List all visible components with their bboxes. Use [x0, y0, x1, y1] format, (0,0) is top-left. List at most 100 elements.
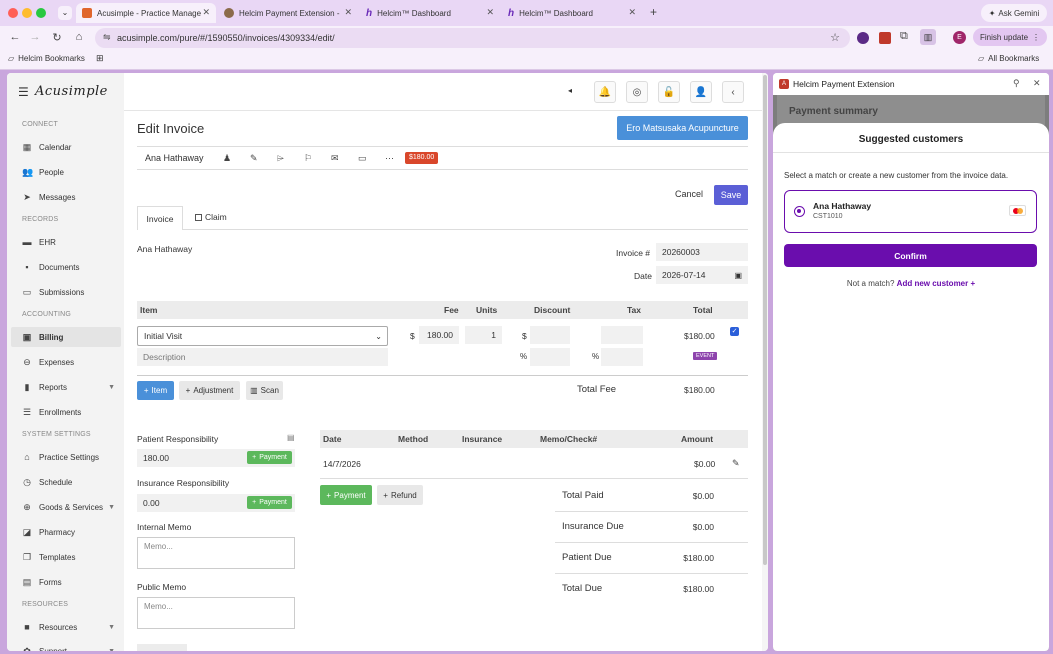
envelope-icon[interactable]: ✉ — [331, 153, 339, 164]
site-settings-icon[interactable]: ⇋ — [103, 32, 111, 43]
patient-payment-button[interactable]: + Payment — [247, 451, 292, 464]
sidebar-item-billing[interactable]: ▣ Billing — [11, 327, 121, 347]
fee-input[interactable]: 180.00 — [419, 326, 459, 344]
caret-down-icon[interactable]: ▼ — [108, 624, 115, 631]
close-tab-icon[interactable]: ✕ — [202, 7, 210, 18]
unlock-icon[interactable]: 🔓 — [658, 81, 680, 103]
practitioner-button[interactable]: Ero Matsusaka Acupuncture — [617, 116, 748, 140]
sidebar-item-ehr[interactable]: ▬ EHR — [11, 232, 121, 252]
sidebar-item-enrollments[interactable]: ☰ Enrollments — [11, 402, 121, 422]
back-icon[interactable]: ← — [8, 31, 22, 43]
item-select[interactable]: Initial Visit ⌄ — [137, 326, 388, 346]
collapse-left-icon[interactable]: ◂ — [568, 86, 572, 95]
home-icon[interactable]: ⌂ — [72, 31, 86, 43]
flag-icon[interactable]: ⚐ — [304, 153, 312, 164]
maximize-window-button[interactable] — [36, 8, 46, 18]
close-panel-icon[interactable]: ✕ — [1033, 78, 1041, 89]
add-new-customer-link[interactable]: Add new customer + — [897, 279, 975, 288]
sidebar-item-practice-settings[interactable]: ⌂ Practice Settings — [11, 447, 121, 467]
sidebar-item-calendar[interactable]: ▦ Calendar — [11, 137, 121, 157]
tab-acusimple[interactable]: Acusimple - Practice Manage ✕ — [76, 3, 216, 23]
discount-amount-input[interactable] — [530, 326, 570, 344]
sidebar-item-resources[interactable]: ■ Resources ▼ — [11, 617, 121, 637]
tab-helcim-extension[interactable]: Helcim Payment Extension - ✕ — [218, 3, 358, 23]
tab-claim[interactable]: Claim — [195, 212, 227, 222]
apps-grid-icon[interactable]: ⊞ — [96, 53, 104, 64]
tax-percent-input[interactable] — [601, 348, 643, 366]
sync-icon[interactable]: ◎ — [626, 81, 648, 103]
caret-down-icon[interactable]: ▼ — [108, 504, 115, 511]
close-tab-icon[interactable]: ✕ — [486, 7, 494, 18]
hamburger-menu-icon[interactable]: ☰ — [18, 85, 29, 99]
pdf-extension-icon[interactable] — [879, 32, 891, 44]
finish-update-button[interactable]: Finish update ⋮ — [973, 28, 1047, 46]
calculator-icon[interactable]: ▤ — [287, 433, 295, 442]
tax-input[interactable] — [601, 326, 643, 344]
scrollbar-thumb[interactable] — [763, 75, 767, 565]
customer-option[interactable]: Ana Hathaway CST1010 — [784, 190, 1037, 233]
invoice-number-input[interactable]: 20260003 — [656, 243, 748, 261]
person-icon[interactable]: ♟ — [223, 153, 231, 164]
save-button[interactable]: Save — [714, 185, 748, 205]
date-input[interactable]: 2026-07-14 ▣ — [656, 266, 748, 284]
ask-gemini-button[interactable]: ✦ Ask Gemini — [981, 4, 1047, 22]
close-tab-icon[interactable]: ✕ — [628, 7, 636, 18]
side-panel-icon[interactable]: ▥ — [920, 29, 936, 45]
sidebar-item-people[interactable]: 👥 People — [11, 162, 121, 182]
sidebar-item-schedule[interactable]: ◷ Schedule — [11, 472, 121, 492]
page-scrollbar[interactable] — [762, 73, 768, 651]
user-icon[interactable]: 👤 — [690, 81, 712, 103]
discount-percent-input[interactable] — [530, 348, 570, 366]
edit-payment-pencil-icon[interactable]: ✎ — [732, 458, 740, 469]
pencil-icon[interactable]: ✎ — [250, 153, 258, 164]
new-tab-icon[interactable]: + — [650, 5, 657, 19]
extension-icon[interactable] — [857, 32, 869, 44]
patient-name-link[interactable]: Ana Hathaway — [145, 153, 204, 163]
close-tab-icon[interactable]: ✕ — [344, 7, 352, 18]
all-bookmarks-folder[interactable]: ▱ All Bookmarks — [978, 54, 1039, 63]
confirm-button[interactable]: Confirm — [784, 244, 1037, 267]
close-window-button[interactable] — [8, 8, 18, 18]
add-adjustment-button[interactable]: + Adjustment — [179, 381, 240, 400]
profile-avatar[interactable]: E — [953, 31, 966, 44]
tag-icon[interactable]: ⌲ — [277, 153, 284, 164]
bookmark-star-icon[interactable]: ☆ — [830, 31, 840, 44]
cancel-button[interactable]: Cancel — [675, 189, 703, 199]
units-input[interactable]: 1 — [465, 326, 502, 344]
sidebar-item-label: EHR — [39, 237, 56, 247]
sidebar-item-reports[interactable]: ▮ Reports ▼ — [11, 377, 121, 397]
laptop-icon[interactable]: ▭ — [358, 153, 367, 164]
sidebar-item-support[interactable]: ✿ Support ▼ — [11, 641, 121, 652]
sidebar-item-messages[interactable]: ➤ Messages — [11, 187, 121, 207]
line-checkbox-checked-icon[interactable]: ✓ — [730, 327, 739, 336]
calendar-picker-icon[interactable]: ▣ — [734, 271, 742, 280]
url-text[interactable]: acusimple.com/pure/#/1590550/invoices/43… — [117, 33, 335, 43]
add-item-button[interactable]: + Item — [137, 381, 174, 400]
public-memo-textarea[interactable]: Memo... — [137, 597, 295, 629]
back-chevron-icon[interactable]: ‹ — [722, 81, 744, 103]
sidebar-item-submissions[interactable]: ▭ Submissions — [11, 282, 121, 302]
minimize-window-button[interactable] — [22, 8, 32, 18]
url-bar[interactable]: ⇋ acusimple.com/pure/#/1590550/invoices/… — [95, 28, 850, 48]
extensions-puzzle-icon[interactable]: ⧉ — [900, 30, 908, 43]
reload-icon[interactable]: ↻ — [50, 31, 64, 44]
tab-helcim-dashboard-1[interactable]: h Helcim™ Dashboard ✕ — [360, 3, 500, 23]
tab-helcim-dashboard-2[interactable]: h Helcim™ Dashboard ✕ — [502, 3, 642, 23]
tab-invoice[interactable]: Invoice — [137, 206, 183, 230]
forward-icon[interactable]: → — [28, 31, 42, 43]
checkbox-icon[interactable] — [195, 213, 202, 221]
more-horizontal-icon[interactable]: ⋯ — [385, 153, 394, 164]
helcim-bookmarks-folder[interactable]: ▱ Helcim Bookmarks — [8, 54, 85, 63]
tab-search-icon[interactable]: ⌄ — [58, 6, 72, 20]
caret-down-icon[interactable]: ▼ — [108, 384, 115, 391]
radio-selected-icon[interactable] — [794, 206, 805, 217]
sidebar-item-documents[interactable]: ▪ Documents — [11, 257, 121, 277]
app-logo[interactable]: Acusimple — [35, 84, 108, 99]
description-input[interactable]: Description — [137, 348, 388, 366]
scan-button[interactable]: ▥ Scan — [246, 381, 283, 400]
notifications-bell-icon[interactable]: 🔔 — [594, 81, 616, 103]
partially-hidden-button[interactable] — [137, 644, 187, 651]
caret-down-icon[interactable]: ▼ — [108, 648, 115, 652]
unpin-icon[interactable]: ⚲ — [1013, 78, 1020, 89]
sidebar-item-expenses[interactable]: ⊖ Expenses — [11, 352, 121, 372]
